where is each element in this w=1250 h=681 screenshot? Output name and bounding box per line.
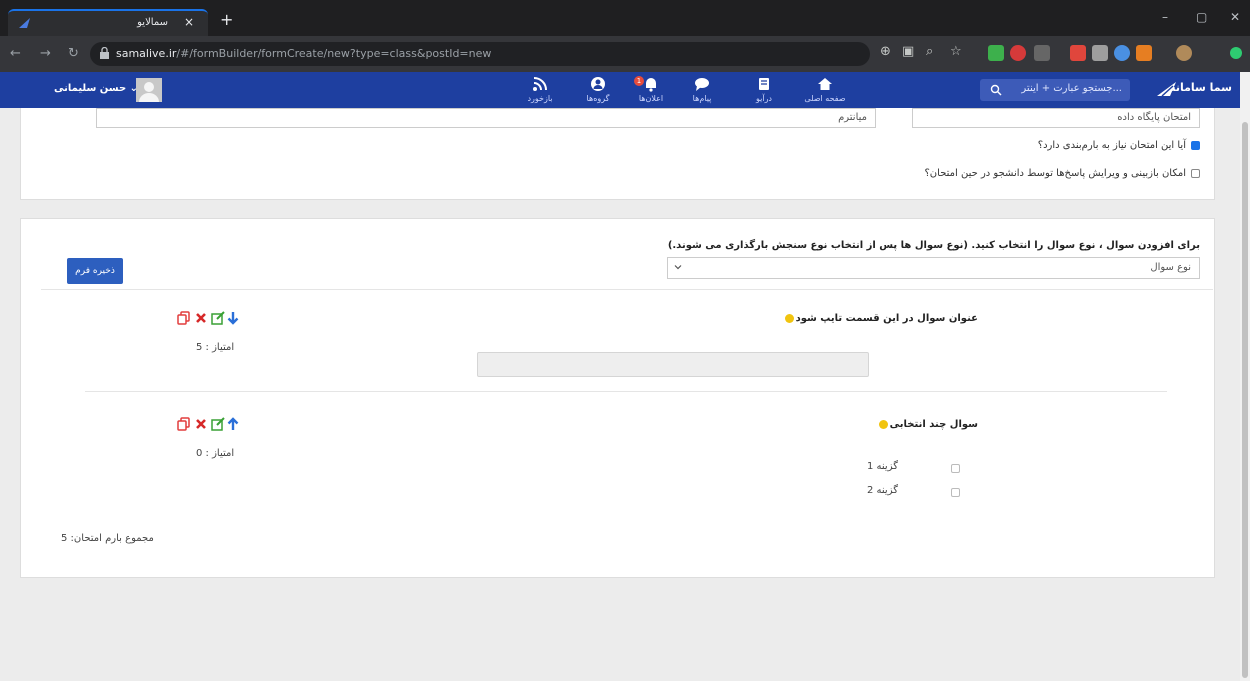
book-icon — [759, 78, 769, 90]
nav-messages[interactable]: پیام‌ها — [677, 76, 727, 103]
brand-name: سما سامانه — [1169, 81, 1232, 94]
form-builder-panel: برای افزودن سوال ، نوع سوال را انتخاب کن… — [20, 218, 1215, 578]
chat-icon — [695, 78, 709, 91]
exam-type-field[interactable]: میانترم — [96, 108, 876, 128]
new-tab-icon[interactable]: + — [220, 10, 233, 29]
groups-icon — [591, 77, 605, 91]
tab-close-icon[interactable]: × — [184, 15, 194, 29]
home-icon — [818, 78, 832, 90]
delete-icon[interactable] — [195, 418, 207, 430]
question-divider — [85, 391, 1167, 392]
url-field[interactable]: samalive.ir/#/formBuilder/formCreate/new… — [90, 42, 870, 66]
extension-icon[interactable] — [1114, 45, 1130, 61]
add-icon[interactable]: ⊕ — [880, 44, 891, 59]
update-icon[interactable] — [1230, 47, 1242, 59]
extension-icon[interactable] — [1092, 45, 1108, 61]
lock-icon — [100, 47, 109, 59]
forward-icon[interactable]: → — [40, 46, 51, 61]
extension-icon[interactable] — [1070, 45, 1086, 61]
chevron-down-icon — [674, 265, 682, 270]
tab-title: سمالایو — [137, 17, 168, 28]
question-1-score: امتیاز : 5 — [196, 342, 235, 353]
url-text: samalive.ir/#/formBuilder/formCreate/new… — [116, 47, 492, 60]
user-avatar[interactable] — [136, 78, 162, 102]
search-icon — [990, 84, 1002, 96]
back-icon[interactable]: ← — [10, 46, 21, 61]
nav-notifications[interactable]: 1 اعلان‌ها — [626, 76, 676, 103]
extension-icon[interactable] — [1010, 45, 1026, 61]
builder-instruction: برای افزودن سوال ، نوع سوال را انتخاب کن… — [667, 240, 1200, 251]
move-down-icon[interactable] — [227, 311, 239, 325]
search-input[interactable]: جستجو عبارت + اینتر... — [980, 79, 1130, 101]
nav-feedback[interactable]: بازخورد — [515, 76, 565, 103]
profile-avatar-icon[interactable] — [1176, 45, 1192, 61]
browser-tab[interactable]: سمالایو × — [8, 9, 208, 36]
search-placeholder: جستجو عبارت + اینتر... — [1021, 83, 1122, 94]
zoom-icon[interactable]: ⌕ — [926, 44, 933, 59]
nav-groups[interactable]: گروه‌ها — [573, 76, 623, 103]
bookmark-star-icon[interactable]: ☆ — [950, 44, 962, 59]
exam-name-field[interactable]: امتحان پایگاه داده — [912, 108, 1200, 128]
question-1-title: عنوان سوال در این قسمت تایپ شود — [784, 313, 978, 324]
rss-icon — [533, 77, 547, 91]
nav-drive[interactable]: درآیو — [739, 76, 789, 103]
move-up-icon[interactable] — [227, 417, 239, 431]
address-bar: ← → ↻ samalive.ir/#/formBuilder/formCrea… — [0, 36, 1250, 72]
brand-logo-icon — [1157, 82, 1176, 97]
grading-checkbox[interactable] — [1191, 140, 1200, 150]
user-menu[interactable]: حسن سلیمانی ⌄ — [54, 83, 138, 94]
close-window-icon[interactable]: ✕ — [1230, 10, 1240, 24]
reload-icon[interactable]: ↻ — [68, 46, 79, 61]
extension-icon[interactable] — [1034, 45, 1050, 61]
total-score: مجموع بارم امتحان: 5 — [61, 533, 154, 544]
option-2-checkbox[interactable] — [951, 488, 960, 497]
extension-icon[interactable] — [988, 45, 1004, 61]
user-silhouette-icon — [139, 82, 159, 102]
question-type-select[interactable]: نوع سوال — [667, 257, 1200, 279]
info-icon — [784, 313, 794, 323]
exam-settings-panel: امتحان پایگاه داده میانترم آیا این امتحا… — [20, 108, 1215, 200]
maximize-icon[interactable]: ▢ — [1196, 10, 1207, 24]
option-2-label: گزینه 2 — [867, 485, 898, 496]
translate-icon[interactable]: ▣ — [902, 44, 914, 59]
info-icon — [878, 419, 888, 429]
browser-tab-bar: سمالایو × + – ▢ ✕ — [0, 0, 1250, 36]
review-option[interactable]: امکان بازبینی و ویرایش پاسخ‌ها توسط دانش… — [925, 168, 1200, 179]
option-1-label: گزینه 1 — [867, 461, 898, 472]
minimize-icon[interactable]: – — [1162, 10, 1168, 24]
copy-icon[interactable] — [177, 311, 191, 325]
question-1-answer-input[interactable] — [477, 352, 869, 377]
nav-home[interactable]: صفحه اصلی — [800, 76, 850, 103]
option-1-checkbox[interactable] — [951, 464, 960, 473]
delete-icon[interactable] — [195, 312, 207, 324]
copy-icon[interactable] — [177, 417, 191, 431]
notification-badge: 1 — [634, 76, 644, 86]
grading-option[interactable]: آیا این امتحان نیاز به بارم‌بندی دارد؟ — [1038, 140, 1200, 151]
question-2-score: امتیاز : 0 — [196, 448, 235, 459]
review-checkbox[interactable] — [1191, 168, 1200, 178]
scrollbar-thumb[interactable] — [1242, 122, 1248, 678]
edit-icon[interactable] — [211, 311, 225, 325]
notifications-icon — [646, 78, 656, 92]
app-header: سما سامانه جستجو عبارت + اینتر... بازخور… — [0, 72, 1240, 108]
save-form-button[interactable]: ذخیره فرم — [67, 258, 123, 284]
site-favicon-icon — [19, 18, 30, 28]
divider — [41, 289, 1213, 290]
edit-icon[interactable] — [211, 417, 225, 431]
extension-icon[interactable] — [1136, 45, 1152, 61]
question-2-title: سوال چند انتخابی — [878, 419, 978, 430]
